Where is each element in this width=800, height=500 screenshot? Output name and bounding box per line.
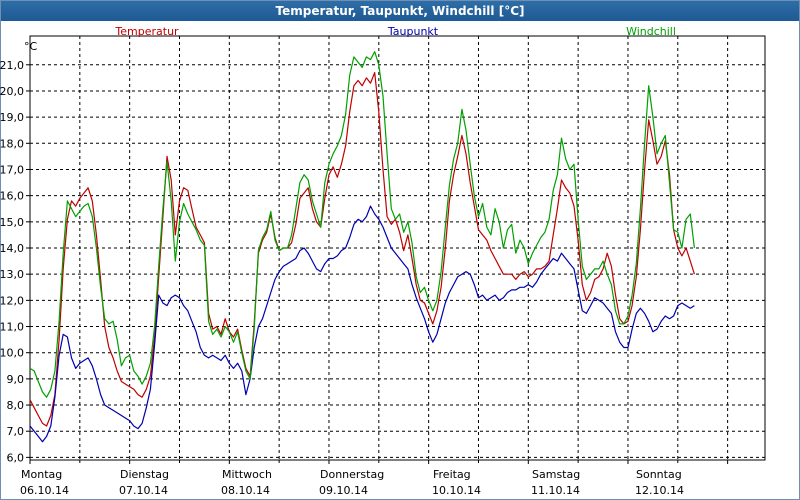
y-tick-label: 17,0 [0, 163, 24, 176]
y-tick-label: 16,0 [0, 190, 24, 203]
y-axis: 6,0 7,0 8,0 9,0 10,0 11,0 12,0 13,0 14,0 15,0 16,0… [0, 59, 30, 464]
y-tick-label: 9,0 [7, 373, 25, 386]
chart-canvas: 6,0 7,0 8,0 9,0 10,0 11,0 12,0 13,0 14,0 15,0 16,0… [0, 25, 766, 497]
x-date-label: 09.10.14 [319, 484, 368, 497]
y-tick-label: 6,0 [7, 451, 25, 464]
y-axis-unit: °C [24, 40, 38, 53]
y-tick-label: 8,0 [7, 399, 25, 412]
x-date-label: 11.10.14 [531, 484, 580, 497]
x-date-label: 10.10.14 [432, 484, 481, 497]
x-day-label: Mittwoch [222, 468, 272, 481]
x-day-label: Freitag [433, 468, 471, 481]
legend-item-temperatur: Temperatur [114, 25, 179, 38]
y-tick-label: 19,0 [0, 111, 24, 124]
x-day-label: Montag [21, 468, 62, 481]
x-date-label: 08.10.14 [221, 484, 270, 497]
x-date-label: 07.10.14 [119, 484, 168, 497]
y-tick-label: 13,0 [0, 268, 24, 281]
x-date-label: 12.10.14 [635, 484, 684, 497]
x-day-label: Sonntag [636, 468, 682, 481]
y-tick-label: 7,0 [7, 425, 25, 438]
x-day-label: Dienstag [120, 468, 169, 481]
y-tick-label: 20,0 [0, 85, 24, 98]
x-date-label: 06.10.14 [20, 484, 69, 497]
x-axis: Montag 06.10.14 Dienstag 07.10.14 Mittwoch 08… [20, 460, 729, 497]
y-tick-label: 11,0 [0, 321, 24, 334]
x-day-label: Donnerstag [320, 468, 384, 481]
y-tick-label: 10,0 [0, 347, 24, 360]
legend-item-taupunkt: Taupunkt [387, 25, 439, 38]
y-tick-label: 12,0 [0, 294, 24, 307]
legend-item-windchill: Windchill [626, 25, 676, 38]
y-tick-label: 21,0 [0, 59, 24, 72]
y-tick-label: 18,0 [0, 137, 24, 150]
y-tick-label: 14,0 [0, 242, 24, 255]
x-day-label: Samstag [532, 468, 580, 481]
y-tick-label: 15,0 [0, 216, 24, 229]
